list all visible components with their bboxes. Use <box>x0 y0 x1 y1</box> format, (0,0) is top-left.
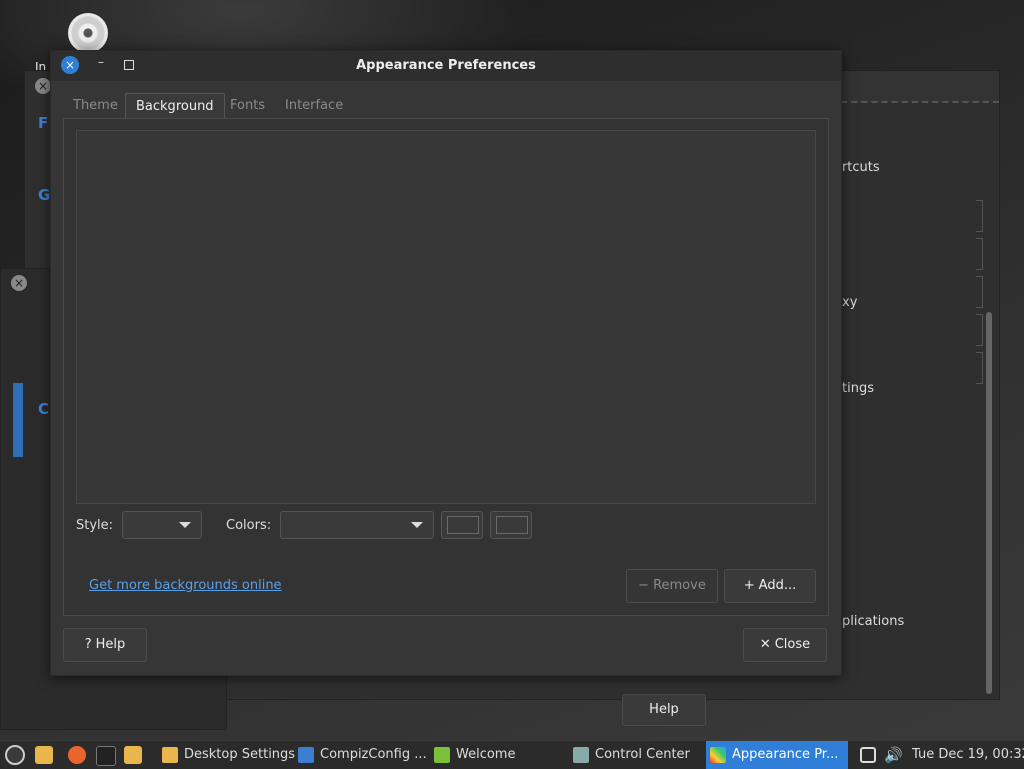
title-bar[interactable]: × – Appearance Preferences <box>51 51 841 81</box>
help-icon: ? <box>84 637 92 652</box>
tab-fonts[interactable]: Fonts <box>220 93 275 119</box>
selection-indicator <box>13 383 23 457</box>
control-center-icon <box>573 746 589 763</box>
colors-dropdown[interactable] <box>280 511 434 539</box>
appearance-icon <box>710 746 726 763</box>
control-center-item[interactable]: tings <box>842 381 874 396</box>
close-label: Close <box>774 637 811 652</box>
taskbar-item-compizconfig[interactable]: CompizConfig ... <box>298 741 427 769</box>
add-button[interactable]: + Add... <box>724 569 816 603</box>
compiz-icon <box>298 746 314 763</box>
taskbar-item-welcome[interactable]: Welcome <box>434 741 515 769</box>
close-icon[interactable]: × <box>35 78 51 94</box>
remove-button[interactable]: − Remove <box>626 569 718 603</box>
control-center-item[interactable]: xy <box>842 295 857 310</box>
section-letter: C <box>38 400 50 418</box>
taskbar-item-label: Control Center <box>595 747 690 762</box>
firefox-icon[interactable] <box>68 746 86 764</box>
input-edge <box>976 314 983 346</box>
color-swatch <box>447 516 479 534</box>
minus-icon: − <box>638 578 650 593</box>
plus-icon: + <box>743 578 755 593</box>
chevron-down-icon <box>411 522 423 528</box>
volume-icon[interactable]: 🔊 <box>884 741 903 769</box>
chevron-down-icon <box>179 522 191 528</box>
mint-icon <box>434 746 450 763</box>
section-letter: F <box>38 114 49 132</box>
taskbar-item-label: Appearance Pr... <box>732 747 839 762</box>
taskbar: Desktop Settings CompizConfig ... Welcom… <box>0 740 1024 769</box>
window-header-strip <box>841 71 999 103</box>
taskbar-item-control-center[interactable]: Control Center <box>573 741 690 769</box>
background-list[interactable] <box>76 130 816 504</box>
close-button[interactable]: ✕ Close <box>743 628 827 662</box>
close-icon: ✕ <box>759 637 771 652</box>
input-edge <box>976 238 983 270</box>
folder-icon[interactable] <box>35 746 53 764</box>
menu-icon[interactable] <box>5 745 25 765</box>
terminal-icon[interactable] <box>96 746 116 766</box>
tab-background[interactable]: Background <box>125 93 225 120</box>
tab-interface[interactable]: Interface <box>275 93 353 119</box>
input-edge <box>976 276 983 308</box>
folder-icon <box>162 746 178 763</box>
background-tab-page: Style: Colors: Get more backgrounds onli… <box>63 118 829 616</box>
taskbar-item-label: CompizConfig ... <box>320 747 427 762</box>
remove-label: Remove <box>653 578 706 593</box>
color-swatch <box>496 516 528 534</box>
input-edge <box>976 352 983 384</box>
taskbar-item-appearance[interactable]: Appearance Pr... <box>706 741 848 769</box>
taskbar-item-label: Desktop Settings <box>184 747 296 762</box>
clipboard-icon[interactable] <box>860 747 876 763</box>
secondary-color-button[interactable] <box>490 511 532 539</box>
close-icon[interactable]: × <box>11 275 27 291</box>
input-edge <box>976 200 983 232</box>
section-letter: G <box>38 186 51 204</box>
colors-label: Colors: <box>226 518 272 533</box>
disc-icon[interactable] <box>68 13 108 53</box>
help-button[interactable]: Help <box>622 694 706 726</box>
scrollbar[interactable] <box>986 312 992 694</box>
style-dropdown[interactable] <box>122 511 202 539</box>
get-more-backgrounds-link[interactable]: Get more backgrounds online <box>89 578 282 593</box>
taskbar-item-label: Welcome <box>456 747 516 762</box>
style-label: Style: <box>76 518 114 533</box>
help-button[interactable]: ? Help <box>63 628 147 662</box>
help-label: Help <box>95 637 126 652</box>
clock[interactable]: Tue Dec 19, 00:32 <box>912 741 1024 769</box>
tab-theme[interactable]: Theme <box>63 93 128 119</box>
primary-color-button[interactable] <box>441 511 483 539</box>
taskbar-item-desktop-settings[interactable]: Desktop Settings <box>160 741 295 769</box>
control-center-item[interactable]: plications <box>842 614 904 629</box>
add-label: Add... <box>758 578 797 593</box>
appearance-preferences-dialog: × – Appearance Preferences Theme Backgro… <box>50 50 842 676</box>
window-title: Appearance Preferences <box>356 58 536 73</box>
files-icon[interactable] <box>124 746 142 764</box>
